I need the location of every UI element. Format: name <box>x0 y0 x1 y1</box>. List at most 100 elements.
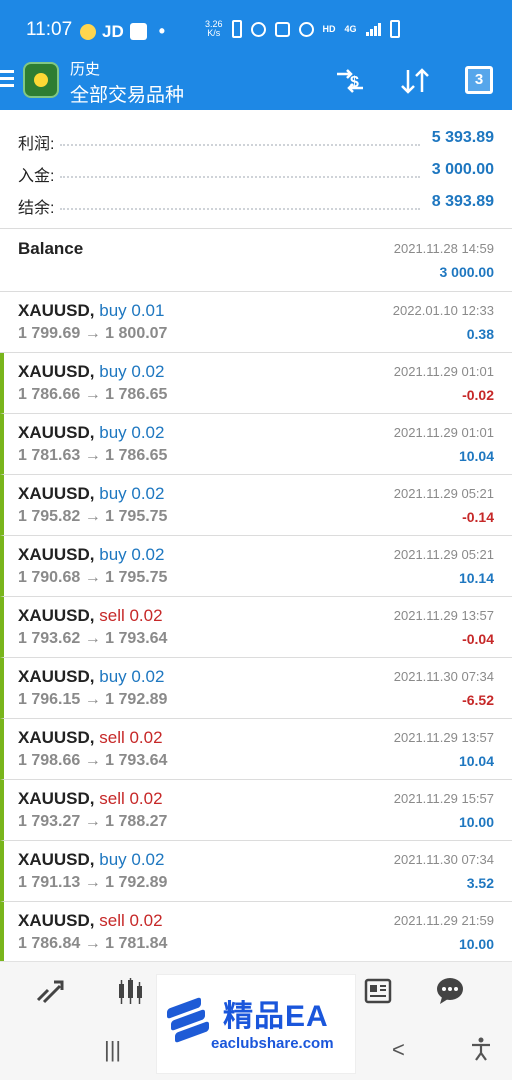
deal-symbol: XAUUSD, buy 0.02 <box>18 423 164 443</box>
page-title: 历史 <box>70 61 101 78</box>
deal-side: buy 0.02 <box>99 423 165 442</box>
deal-symbol: XAUUSD, buy 0.02 <box>18 362 164 382</box>
mt-app: 11:07 JD • 3.26 K/s HD 4G 历史 全部交易品种 $ 3 … <box>0 0 512 1080</box>
symbol-label: XAUUSD, <box>18 362 95 381</box>
status-bar: 11:07 JD • 3.26 K/s HD 4G <box>0 0 512 58</box>
deal-profit: 0.38 <box>466 326 494 342</box>
summary-profit: 利润: 5 393.89 <box>0 124 512 156</box>
deal-profit: 10.00 <box>458 814 494 830</box>
menu-icon[interactable] <box>0 70 14 87</box>
symbol-label: XAUUSD, <box>18 728 95 747</box>
trade-row[interactable]: XAUUSD, buy 0.02 1 781.63 → 1 786.65 2021.… <box>0 414 512 475</box>
deal-symbol: XAUUSD, buy 0.01 <box>18 301 164 321</box>
accessibility-icon[interactable] <box>470 1037 492 1067</box>
deal-profit: -0.02 <box>462 387 494 403</box>
symbol-label: XAUUSD, <box>18 911 95 930</box>
deal-date: 2021.11.29 15:57 <box>393 791 494 806</box>
deal-date: 2021.11.30 07:34 <box>393 669 494 684</box>
trade-row[interactable]: XAUUSD, buy 0.02 1 796.15 → 1 792.89 2021.… <box>0 658 512 719</box>
recent-apps-icon[interactable]: ||| <box>104 1037 121 1063</box>
deal-side: buy 0.02 <box>99 545 165 564</box>
symbol-label: XAUUSD, <box>18 850 95 869</box>
battery-icon <box>389 20 400 38</box>
deposit-filter-icon[interactable]: $ <box>333 64 367 98</box>
deal-prices: 1 791.13 → 1 792.89 <box>18 874 168 891</box>
deal-side: buy 0.02 <box>99 484 165 503</box>
network-type: 4G <box>344 24 357 34</box>
trade-row[interactable]: XAUUSD, buy 0.02 1 786.66 → 1 786.65 2021.… <box>0 353 512 414</box>
leader-dots <box>60 208 420 210</box>
watermark-logo-icon <box>163 996 211 1045</box>
toolbar: 历史 全部交易品种 $ 3 <box>0 52 512 110</box>
history-summary: 利润: 5 393.89 入金: 3 000.00 结余: 8 393.89 <box>0 110 512 229</box>
deal-date: 2021.11.30 07:34 <box>393 852 494 867</box>
app-logo[interactable] <box>23 62 59 98</box>
leader-dots <box>60 176 420 178</box>
trade-row[interactable]: XAUUSD, buy 0.02 1 791.13 → 1 792.89 2021.… <box>0 841 512 902</box>
trade-row[interactable]: XAUUSD, sell 0.02 1 798.66 → 1 793.64 2021… <box>0 719 512 780</box>
summary-value: 8 393.89 <box>431 193 494 210</box>
trade-row[interactable]: XAUUSD, sell 0.02 1 786.84 → 1 781.84 2021… <box>0 902 512 963</box>
status-left-icons: JD • <box>80 21 165 42</box>
back-icon[interactable]: < <box>392 1037 405 1063</box>
watermark-title: 精品EA <box>223 1000 329 1033</box>
svg-text:$: $ <box>350 74 359 91</box>
deal-profit: 10.04 <box>458 448 494 464</box>
trade-row[interactable]: XAUUSD, sell 0.02 1 793.27 → 1 788.27 2021… <box>0 780 512 841</box>
sort-icon[interactable] <box>398 64 432 98</box>
news-icon[interactable] <box>362 976 394 1006</box>
app-notification-icon <box>129 23 147 40</box>
notification-icon <box>80 23 96 40</box>
balance-row[interactable]: Balance 2021.11.28 14:59 3 000.00 <box>0 230 512 292</box>
deal-side: sell 0.02 <box>99 606 163 625</box>
deal-date: 2021.11.29 21:59 <box>393 913 494 928</box>
trade-row[interactable]: XAUUSD, buy 0.01 1 799.69 → 1 800.07 2022.… <box>0 292 512 353</box>
symbol-label: XAUUSD, <box>18 545 95 564</box>
calendar-icon[interactable]: 3 <box>465 66 493 94</box>
deal-side: sell 0.02 <box>99 789 163 808</box>
deal-side: buy 0.02 <box>99 667 165 686</box>
symbol-label: XAUUSD, <box>18 301 95 320</box>
summary-value: 5 393.89 <box>431 129 494 146</box>
deal-prices: 1 796.15 → 1 792.89 <box>18 691 168 708</box>
chart-icon[interactable] <box>115 976 147 1006</box>
deal-side: buy 0.02 <box>99 362 165 381</box>
chat-icon[interactable] <box>434 976 466 1006</box>
app-header: 11:07 JD • 3.26 K/s HD 4G 历史 全部交易品种 $ 3 <box>0 0 512 110</box>
deal-date: 2021.11.28 14:59 <box>393 241 494 256</box>
deal-prices: 1 793.62 → 1 793.64 <box>18 630 168 647</box>
trade-row[interactable]: XAUUSD, sell 0.02 1 793.62 → 1 793.64 2021… <box>0 597 512 658</box>
deal-profit: 10.14 <box>458 570 494 586</box>
summary-balance: 结余: 8 393.89 <box>0 188 512 220</box>
net-speed: 3.26 K/s <box>205 19 223 38</box>
deal-date: 2021.11.29 01:01 <box>393 425 494 440</box>
deal-profit: 3.52 <box>466 875 494 891</box>
symbol-label: XAUUSD, <box>18 423 95 442</box>
deal-symbol: XAUUSD, buy 0.02 <box>18 545 164 565</box>
deal-prices: 1 799.69 → 1 800.07 <box>18 325 168 342</box>
wifi-icon <box>298 21 314 37</box>
summary-label: 结余: <box>18 200 55 217</box>
deal-date: 2021.11.29 05:21 <box>393 486 494 501</box>
trade-row[interactable]: XAUUSD, buy 0.02 1 790.68 → 1 795.75 2021.… <box>0 536 512 597</box>
deal-side: sell 0.02 <box>99 728 163 747</box>
quotes-icon[interactable] <box>34 976 66 1006</box>
deal-symbol: XAUUSD, sell 0.02 <box>18 728 163 748</box>
summary-value: 3 000.00 <box>431 161 494 178</box>
status-time: 11:07 <box>26 19 73 40</box>
deal-profit: 3 000.00 <box>439 264 495 280</box>
deal-prices: 1 786.84 → 1 781.84 <box>18 935 168 952</box>
deal-profit: -0.04 <box>462 631 494 647</box>
trade-row[interactable]: XAUUSD, buy 0.02 1 795.82 → 1 795.75 2021.… <box>0 475 512 536</box>
symbol-label: XAUUSD, <box>18 606 95 625</box>
deal-prices: 1 795.82 → 1 795.75 <box>18 508 168 525</box>
deal-profit: -6.52 <box>462 692 494 708</box>
deal-prices: 1 790.68 → 1 795.75 <box>18 569 168 586</box>
deal-side: buy 0.02 <box>99 850 165 869</box>
deal-date: 2021.11.29 13:57 <box>393 608 494 623</box>
deal-profit: 10.04 <box>458 753 494 769</box>
symbol-filter[interactable]: 全部交易品种 <box>70 80 184 107</box>
deal-prices: 1 781.63 → 1 786.65 <box>18 447 168 464</box>
history-list: Balance 2021.11.28 14:59 3 000.00 XAUUSD… <box>0 230 512 963</box>
deal-prices: 1 793.27 → 1 788.27 <box>18 813 168 830</box>
